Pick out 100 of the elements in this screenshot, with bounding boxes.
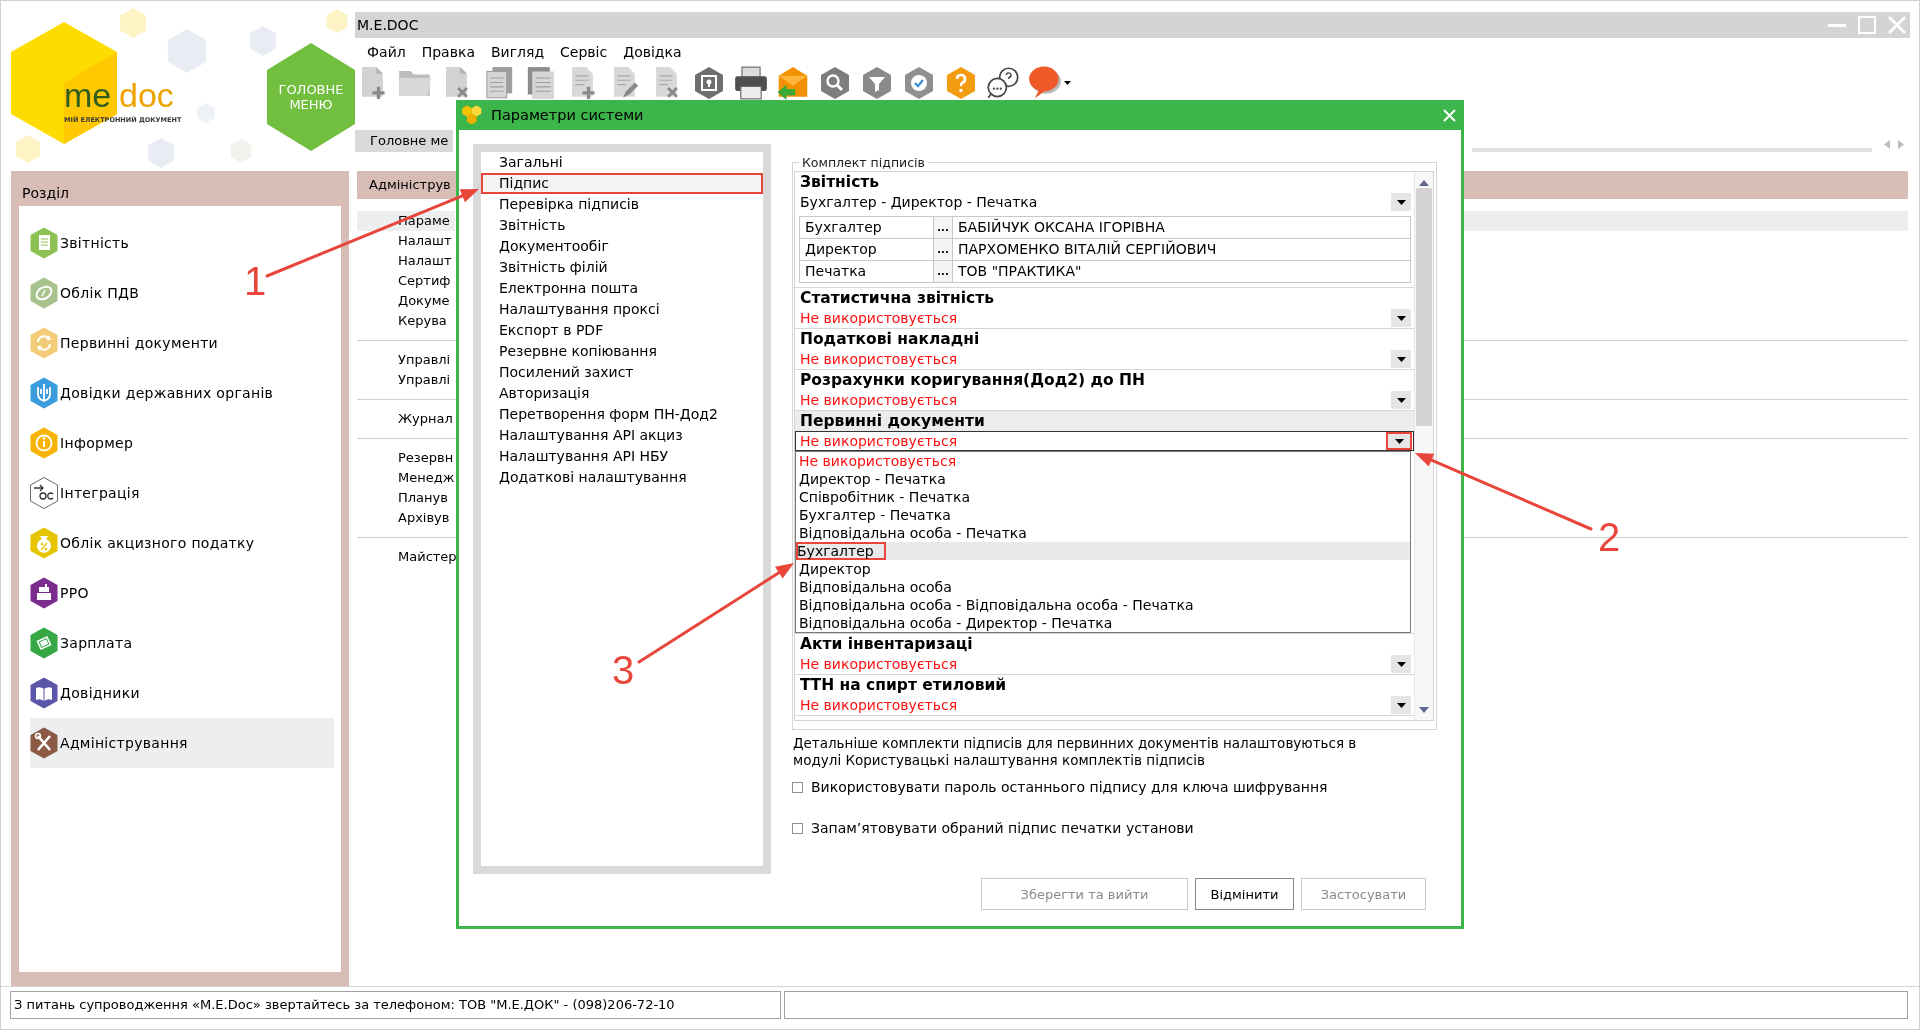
nav-item[interactable]: Перетворення форм ПН-Дод2 — [481, 404, 763, 425]
list-item[interactable]: Параме — [357, 211, 455, 231]
sidebar-item[interactable]: Інформер — [30, 418, 134, 468]
sidebar-item[interactable]: Зарплата — [30, 618, 133, 668]
printer-icon[interactable] — [734, 66, 768, 100]
nav-item[interactable]: Налаштування API НБУ — [481, 446, 763, 467]
filter-icon[interactable] — [860, 66, 894, 100]
list-item[interactable]: Докуме — [398, 291, 450, 311]
nav-item[interactable]: Налаштування API акциз — [481, 425, 763, 446]
scrollbar-thumb[interactable] — [1416, 188, 1432, 426]
nav-item[interactable]: Експорт в PDF — [481, 320, 763, 341]
dropdown-button[interactable] — [1391, 696, 1411, 714]
sidebar-item[interactable]: Довідники — [30, 668, 140, 718]
menu-item[interactable]: Правка — [421, 44, 475, 60]
dropdown-option[interactable]: Відповідальна особа - Печатка — [796, 524, 1410, 542]
scroll-left-icon[interactable] — [1884, 140, 1890, 149]
dropdown-option[interactable]: Не використовується — [796, 452, 1410, 470]
nav-item[interactable]: Документообіг — [481, 236, 763, 257]
dropdown-option[interactable]: Відповідальна особа — [796, 578, 1410, 596]
dropdown-option[interactable]: Бухгалтер - Печатка — [796, 506, 1410, 524]
list-item[interactable]: Архівув — [398, 508, 450, 528]
nav-item[interactable]: Звітність — [481, 215, 763, 236]
caret-down-icon — [1396, 397, 1406, 403]
list-item[interactable]: Управлі — [398, 370, 451, 390]
list-item[interactable]: Керува — [398, 311, 447, 331]
dropdown-button[interactable] — [1391, 655, 1411, 673]
list-item[interactable]: Налашт — [398, 251, 452, 271]
dropdown-option[interactable]: Директор — [796, 560, 1410, 578]
section-title: Первинні документи — [795, 411, 1414, 431]
dropdown-option[interactable]: Директор - Печатка — [796, 470, 1410, 488]
dropdown-button[interactable] — [1391, 391, 1411, 409]
list-item[interactable]: Резервн — [398, 448, 454, 468]
checkbox[interactable] — [792, 822, 803, 834]
annotation-number: 3 — [612, 648, 635, 692]
hexagon-check-icon[interactable] — [902, 66, 936, 100]
sidebar-item[interactable]: РРО — [30, 568, 89, 618]
dropdown-field[interactable]: Не використовується — [795, 308, 1414, 328]
sidebar-item[interactable]: Інтеграція — [30, 468, 140, 518]
section-title: Звітність — [799, 172, 881, 192]
scroll-up-icon[interactable] — [1419, 180, 1429, 186]
nav-item[interactable]: Авторизація — [481, 383, 763, 404]
sidebar-item[interactable]: Адміністрування — [30, 718, 334, 768]
nav-item[interactable]: Резервне копіювання — [481, 341, 763, 362]
menu-item[interactable]: Файл — [367, 44, 406, 60]
checkbox[interactable] — [792, 781, 803, 793]
list-item[interactable]: Налашт — [398, 231, 452, 251]
help-icon[interactable] — [944, 66, 978, 100]
menu-item[interactable]: Довідка — [623, 44, 682, 60]
dropdown-button[interactable] — [1386, 432, 1412, 450]
dropdown-button[interactable] — [1391, 309, 1411, 327]
sidebar-item[interactable]: Облік акцизного податку — [30, 518, 255, 568]
dropdown-button[interactable] — [1391, 350, 1411, 368]
nav-item[interactable]: Додаткові налаштування — [481, 467, 763, 488]
dropdown-field[interactable]: Не використовується — [795, 654, 1414, 674]
safe-icon[interactable] — [692, 66, 726, 100]
section-title: ТТН на спирт етиловий — [799, 675, 1008, 695]
sidebar-item[interactable]: Облік ПДВ — [30, 268, 140, 318]
nav-item[interactable]: Посилений захист — [481, 362, 763, 383]
dropdown-field[interactable]: Не використовується — [795, 390, 1414, 410]
dropdown-option[interactable]: Бухгалтер — [796, 542, 1410, 560]
note-text: Детальніше комплекти підписів для первинних документів налаштовуються в модулі Користувацькі налаштування комплектів підписів — [793, 735, 1358, 769]
close-icon[interactable] — [1443, 108, 1456, 122]
browse-button[interactable]: ... — [934, 217, 953, 238]
list-item[interactable]: Планув — [398, 488, 448, 508]
dropdown-field[interactable]: Не використовується — [795, 349, 1414, 369]
table-cell-text: ПАРХОМЕНКО ВІТАЛІЙ СЕРГІЙОВИЧ — [957, 239, 1218, 259]
envelope-arrow-icon[interactable] — [776, 66, 810, 100]
scroll-down-icon[interactable] — [1419, 707, 1429, 713]
menu-item[interactable]: Вигляд — [490, 44, 545, 60]
list-item[interactable]: Журнал — [398, 409, 453, 429]
list-item[interactable]: Менедж — [398, 468, 455, 488]
section-title: Акти інвентаризаці — [799, 634, 974, 654]
browse-button[interactable]: ... — [934, 261, 953, 282]
dropdown-field[interactable]: Не використовується — [795, 431, 1414, 451]
sidebar-item[interactable]: Первинні документи — [30, 318, 218, 368]
nav-item[interactable]: Електронна пошта — [481, 278, 763, 299]
sidebar-item[interactable]: Звітність — [30, 218, 130, 268]
list-item[interactable]: Сертиф — [398, 271, 451, 291]
caret-down-icon[interactable] — [1064, 81, 1071, 85]
cash-register-icon — [30, 577, 58, 609]
dropdown-field[interactable]: Не використовується — [795, 695, 1414, 715]
dropdown-option[interactable]: Відповідальна особа - Відповідальна особа - Печатка — [796, 596, 1410, 614]
scroll-right-icon[interactable] — [1898, 140, 1904, 149]
tab[interactable]: Головне ме — [355, 130, 453, 152]
nav-item[interactable]: Загальні — [481, 152, 763, 173]
nav-item[interactable]: Налаштування проксі — [481, 299, 763, 320]
cancel-button[interactable]: Відмінити — [1195, 878, 1294, 910]
nav-item[interactable]: Підпис — [481, 173, 763, 194]
dropdown-option[interactable]: Співробітник - Печатка — [796, 488, 1410, 506]
vertical-scrollbar[interactable] — [1414, 172, 1433, 720]
menu-item[interactable]: Сервіс — [560, 44, 608, 60]
nav-item[interactable]: Звітність філій — [481, 257, 763, 278]
browse-button[interactable]: ... — [934, 239, 953, 260]
search-icon[interactable] — [818, 66, 852, 100]
sidebar-item[interactable]: Довідки державних органів — [30, 368, 274, 418]
list-item[interactable]: Управлі — [398, 350, 451, 370]
chat-question-icon[interactable] — [986, 66, 1020, 100]
dropdown-option[interactable]: Відповідальна особа - Директор - Печатка — [796, 614, 1410, 632]
list-item[interactable]: Майстер — [398, 547, 457, 567]
dropdown-button[interactable] — [1391, 193, 1411, 211]
